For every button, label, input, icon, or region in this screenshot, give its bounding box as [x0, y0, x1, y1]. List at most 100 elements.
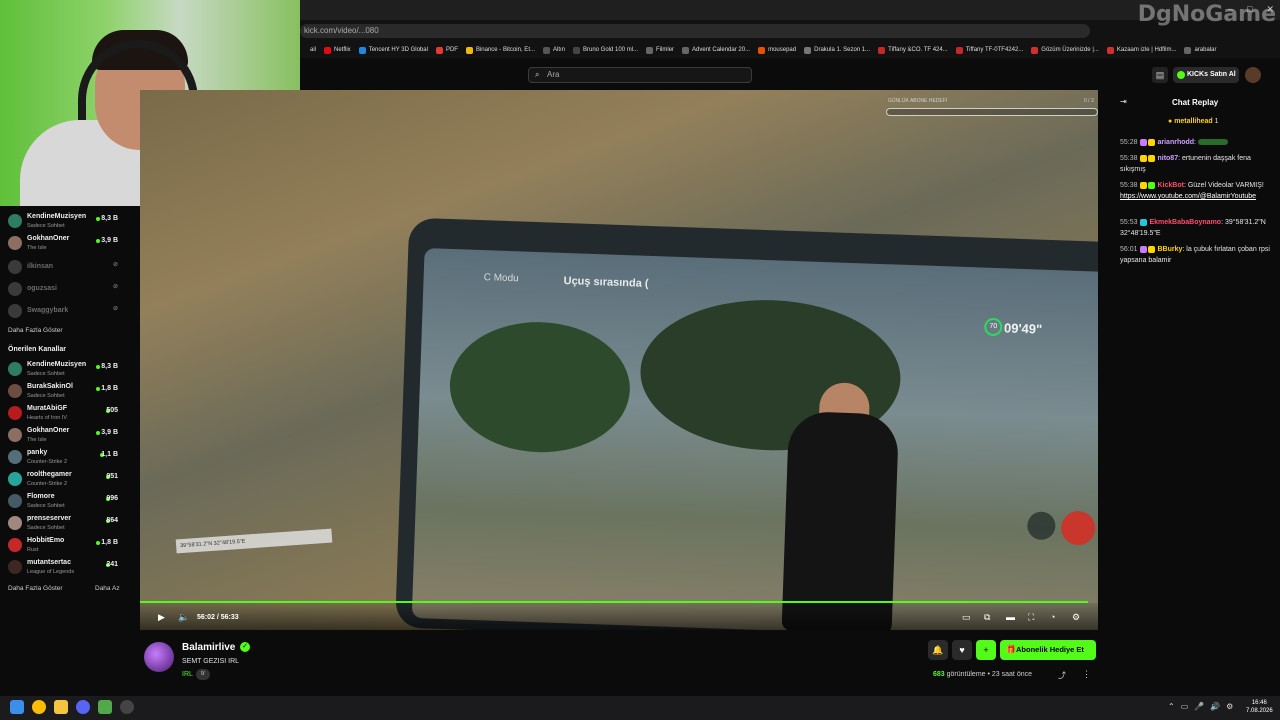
volume-icon[interactable]: 🔈 — [178, 612, 189, 623]
sidebar-channel[interactable]: oguzsasi ⊘ — [8, 280, 132, 300]
bookmark-item[interactable]: Bruno Gold 100 ml... — [573, 46, 638, 54]
bookmark-item[interactable]: Gözüm Üzerinizde |... — [1031, 46, 1099, 54]
chat-username[interactable]: nito87 — [1157, 155, 1178, 162]
avatar — [8, 428, 22, 442]
bookmark-item[interactable]: Netflix — [324, 46, 351, 54]
collapse-chat-icon[interactable]: ⇥ — [1120, 97, 1127, 106]
channel-game: Sadece Sohbet — [27, 393, 65, 399]
gift-subscription-button[interactable]: 🎁 Abonelik Hediye Et — [1000, 640, 1096, 660]
chat-username[interactable]: BBurky — [1157, 246, 1182, 253]
bookmark-item[interactable]: mousepad — [758, 46, 796, 54]
language-tag[interactable]: tr — [196, 669, 210, 680]
miniplayer-icon[interactable]: ▭ — [962, 612, 971, 623]
chat-username[interactable]: arianrhodd — [1157, 139, 1194, 146]
avatar — [8, 406, 22, 420]
chrome-icon[interactable] — [32, 700, 46, 714]
fullscreen-icon[interactable]: ⛶ — [1028, 612, 1034, 623]
channel-name: ilkinsan — [27, 263, 54, 270]
channel-name-title[interactable]: Balamirlive — [182, 642, 235, 653]
sidebar-channel[interactable]: BurakSakinOl Sadece Sohbet 1,8 B — [8, 382, 132, 402]
player-controls: ▶ 🔈 56:02 / 56:33 ▭ ⧉ ▬ ⛶ ◔ ⚙ — [140, 603, 1098, 630]
sidebar-channel[interactable]: mutantsertac League of Legends 241 — [8, 558, 132, 578]
avatar — [8, 282, 22, 296]
show-less-link[interactable]: Daha Az — [95, 585, 120, 592]
sidebar-channel[interactable]: panky Counter-Strike 2 1,1 B — [8, 448, 132, 468]
play-icon[interactable]: ▶ — [158, 612, 165, 623]
bookmark-item[interactable]: Filmler — [646, 46, 674, 54]
bookmark-item[interactable]: Advent Calendar 20... — [682, 46, 750, 54]
theater-icon[interactable]: ▬ — [1006, 612, 1015, 622]
windows-start-icon[interactable] — [10, 700, 24, 714]
chat-username[interactable]: KickBot — [1157, 182, 1183, 189]
sidebar-channel[interactable]: GokhanOner The Isle 3,9 B — [8, 426, 132, 446]
video-player[interactable]: C Modu Uçuş sırasında ( 70 09'49" GÜNLÜK… — [140, 90, 1098, 630]
gifter-badge-icon — [1139, 154, 1147, 162]
subscribe-plus-button[interactable]: + — [976, 640, 996, 660]
more-options-icon[interactable]: ⋮ — [1082, 669, 1091, 680]
bookmark-item[interactable]: Tencent HY 3D Global — [358, 46, 428, 54]
minimize-button[interactable]: – — [1228, 4, 1233, 15]
speed-icon[interactable]: ◔ — [1050, 612, 1055, 622]
sub-badge-icon — [1139, 218, 1147, 226]
channel-name: GokhanOner — [27, 235, 70, 242]
maximize-button[interactable]: □ — [1247, 4, 1252, 15]
share-icon[interactable]: ⤴ — [1058, 670, 1066, 681]
close-button[interactable]: ✕ — [1266, 4, 1274, 15]
channel-game: The Isle — [27, 245, 47, 251]
clip-icon[interactable]: ⧉ — [984, 612, 990, 623]
show-more-link[interactable]: Daha Fazla Göster — [8, 585, 63, 592]
settings-gear-icon[interactable]: ⚙ — [1072, 612, 1080, 623]
discord-icon[interactable] — [76, 700, 90, 714]
bookmark-item[interactable]: Tiffany &CO. TF 424... — [878, 46, 948, 54]
sidebar-channel[interactable]: prenseserver Sadece Sohbet 864 — [8, 514, 132, 534]
sidebar-channel[interactable]: Flomore Sadece Sohbet 996 — [8, 492, 132, 512]
user-avatar[interactable] — [1245, 67, 1261, 83]
bookmark-item[interactable]: Drakula 1. Sezon 1... — [804, 46, 870, 54]
chat-link[interactable]: https://www.youtube.com/@BalamirYoutube — [1120, 193, 1256, 200]
category-link[interactable]: IRL — [182, 671, 193, 678]
channel-name: mutantsertac — [27, 559, 71, 566]
chat-username[interactable]: EkmekBabaBoynamo — [1149, 219, 1221, 226]
bookmark-item[interactable]: PDF — [435, 46, 458, 54]
sidebar-channel[interactable]: MuratAbiGF Hearts of Iron IV 505 — [8, 404, 132, 424]
channel-avatar[interactable] — [144, 642, 174, 672]
taskbar-clock[interactable]: 16:46 7.08.2026 — [1246, 699, 1273, 715]
sidebar-channel[interactable]: KendineMuzisyen Sadece Sohbet 8,3 B — [8, 212, 132, 232]
viewer-count: 241 — [106, 561, 118, 568]
video-person — [781, 410, 900, 630]
notification-bell-button[interactable]: 🔔 — [928, 640, 948, 660]
bookmark-item[interactable]: ail — [310, 47, 316, 53]
offline-icon: ⊘ — [112, 262, 118, 268]
sidebar-channel[interactable]: ilkinsan ⊘ — [8, 258, 132, 278]
live-dot — [96, 431, 100, 435]
follow-heart-button[interactable]: ♥ — [952, 640, 972, 660]
chat-text: Güzel Videolar VARMIŞ! — [1187, 182, 1264, 189]
sidebar-channel[interactable]: roolthegamer Counter-Strike 2 951 — [8, 470, 132, 490]
sidebar-channel[interactable]: Swaggybark ⊘ — [8, 302, 132, 322]
gifter-badge-icon — [1147, 138, 1155, 146]
file-explorer-icon[interactable] — [54, 700, 68, 714]
view-stats: 683 görüntüleme • 23 saat önce — [933, 671, 1032, 678]
show-more-link[interactable]: Daha Fazla Göster — [8, 327, 63, 334]
bookmark-item[interactable]: Kazaam izle | Hdfilm... — [1106, 46, 1176, 54]
app-icon[interactable] — [98, 700, 112, 714]
bookmark-item[interactable]: Altın — [542, 46, 565, 54]
pinned-user[interactable]: metallihead — [1174, 118, 1213, 125]
address-field[interactable]: kick.com/video/...080 — [300, 24, 1090, 38]
search-input[interactable]: ⌕ Ara — [528, 67, 752, 83]
obs-icon[interactable] — [120, 700, 134, 714]
sidebar-channel[interactable]: GokhanOner The Isle 3,9 B — [8, 234, 132, 254]
system-tray[interactable]: ⌃▭🎤🔊⚙ — [1168, 702, 1239, 711]
bookmark-item[interactable]: Binance - Bitcoin, Et... — [465, 46, 535, 54]
live-dot — [96, 365, 100, 369]
viewer-count: 505 — [106, 407, 118, 414]
channel-game: Sadece Sohbet — [27, 503, 65, 509]
bookmark-item[interactable]: arabalar — [1184, 46, 1216, 54]
sidebar-channel[interactable]: KendineMuzisyen Sadece Sohbet 8,3 B — [8, 360, 132, 380]
screen-battery-badge: 70 — [983, 317, 1003, 337]
chat-message: 56:01 BBurky: la çubuk fırlatan çoban rp… — [1120, 245, 1270, 264]
buy-kicks-button[interactable]: KICKs Satın Al — [1173, 67, 1239, 83]
sidebar-channel[interactable]: HobbitEmo Rust 1,8 B — [8, 536, 132, 556]
bookmark-item[interactable]: Tiffany TF-0TF4242... — [955, 46, 1023, 54]
layout-icon[interactable]: ▤ — [1152, 67, 1168, 83]
